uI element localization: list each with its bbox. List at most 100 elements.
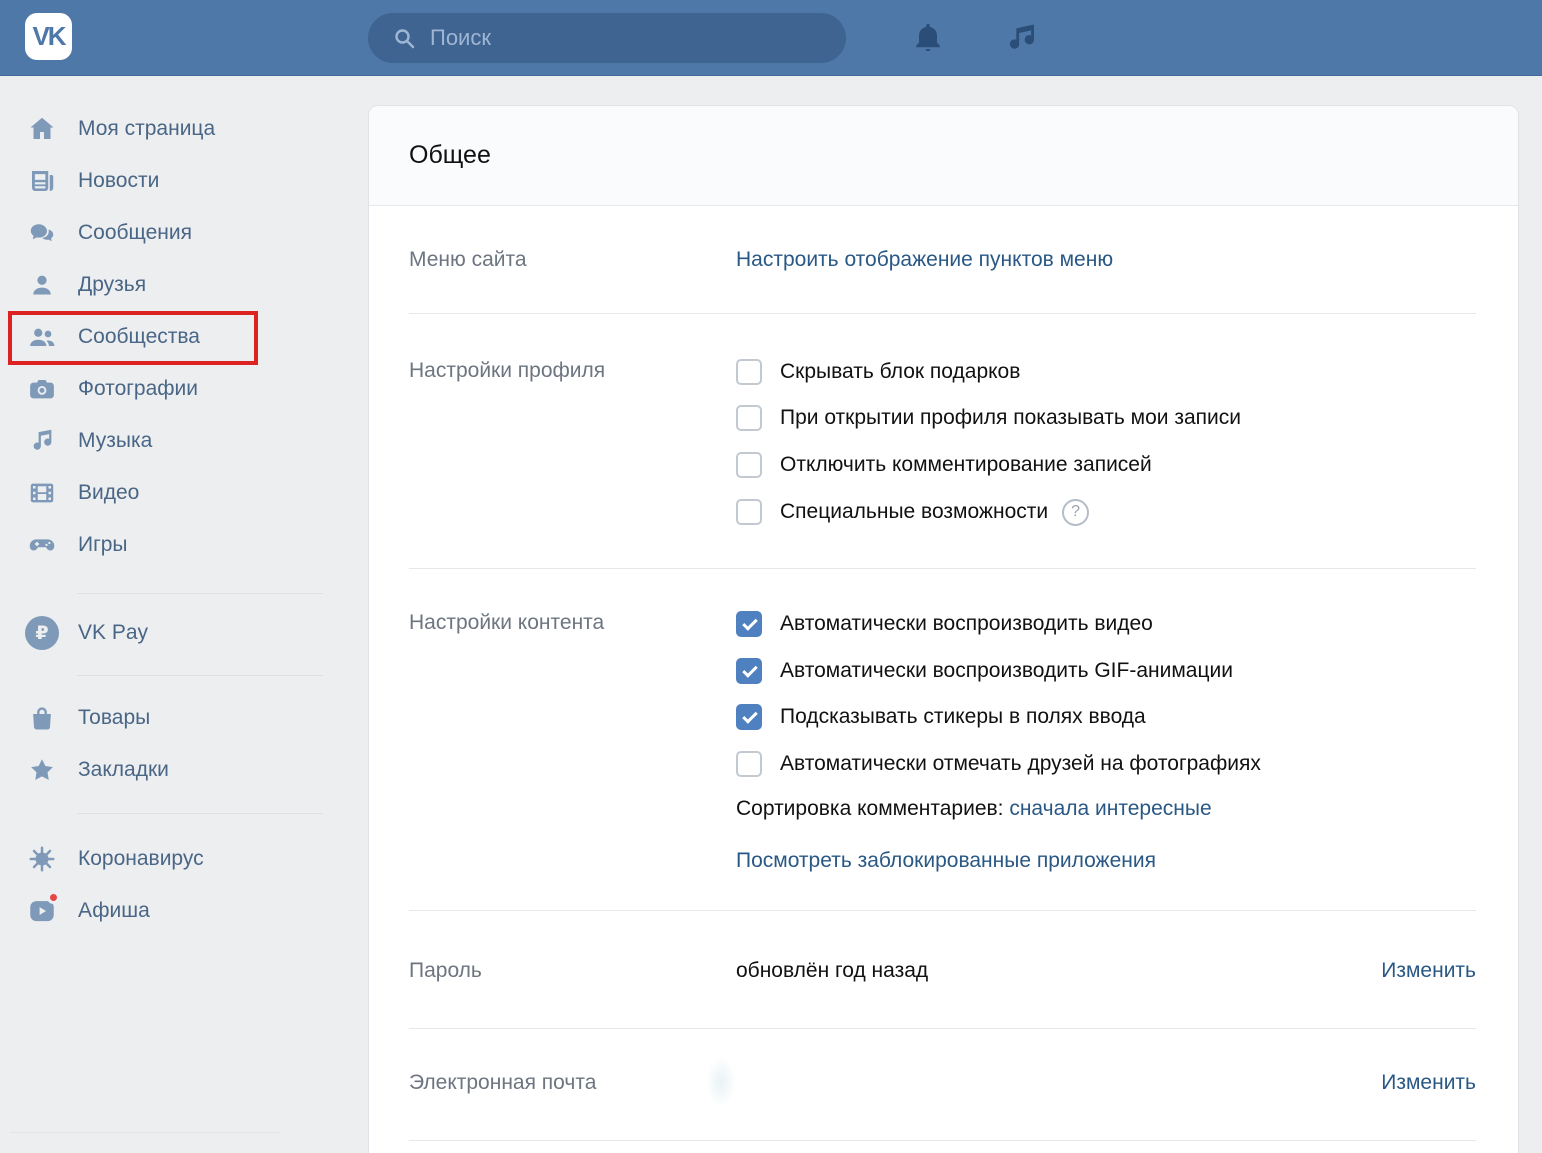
option-label[interactable]: Специальные возможности bbox=[780, 500, 1048, 524]
vk-logo-text: VK bbox=[32, 21, 64, 52]
sidebar-item-communities[interactable]: Сообщества bbox=[25, 311, 200, 363]
notifications-bell-icon[interactable] bbox=[906, 18, 950, 58]
sidebar-item-my-page[interactable]: Моя страница bbox=[25, 103, 215, 155]
checkbox-accessibility[interactable] bbox=[736, 499, 762, 525]
option-autoplay-video[interactable]: Автоматически воспроизводить видео bbox=[736, 607, 1153, 641]
settings-card-header: Общее bbox=[369, 106, 1518, 206]
checkbox-auto-tag-friends[interactable] bbox=[736, 751, 762, 777]
music-icon[interactable] bbox=[1000, 18, 1044, 58]
change-password-link[interactable]: Изменить bbox=[1381, 959, 1476, 983]
option-auto-tag-friends[interactable]: Автоматически отмечать друзей на фотогра… bbox=[736, 747, 1261, 781]
option-label[interactable]: Автоматически воспроизводить GIF-анимаци… bbox=[780, 659, 1233, 683]
comments-sort-link[interactable]: сначала интересные bbox=[1009, 797, 1211, 820]
camera-icon bbox=[25, 372, 59, 406]
option-show-posts-on-open[interactable]: При открытии профиля показывать мои запи… bbox=[736, 401, 1241, 435]
comments-sort-label: Сортировка комментариев: bbox=[736, 797, 1003, 820]
sidebar-item-label: Видео bbox=[78, 481, 139, 505]
music-note-icon bbox=[25, 424, 59, 458]
sidebar-item-news[interactable]: Новости bbox=[25, 155, 159, 207]
option-autoplay-gif[interactable]: Автоматически воспроизводить GIF-анимаци… bbox=[736, 654, 1233, 688]
divider bbox=[409, 1140, 1476, 1141]
row-label: Электронная почта bbox=[409, 1071, 596, 1095]
option-accessibility[interactable]: Специальные возможности ? bbox=[736, 495, 1089, 529]
sidebar-item-music[interactable]: Музыка bbox=[25, 415, 152, 467]
site-menu-row: Меню сайта Настроить отображение пунктов… bbox=[369, 206, 1518, 314]
option-label[interactable]: Подсказывать стикеры в полях ввода bbox=[780, 705, 1146, 729]
sidebar-item-bookmarks[interactable]: Закладки bbox=[25, 744, 169, 796]
sidebar-item-label: Сообщения bbox=[78, 221, 192, 245]
sidebar-item-coronavirus[interactable]: Коронавирус bbox=[25, 833, 204, 885]
sidebar-item-label: Товары bbox=[78, 706, 150, 730]
content-settings-section: Настройки контента Автоматически воспрои… bbox=[369, 569, 1518, 911]
checkbox-disable-comments[interactable] bbox=[736, 452, 762, 478]
notification-dot bbox=[47, 891, 60, 904]
sidebar-item-afisha[interactable]: Афиша bbox=[25, 885, 150, 937]
settings-card: Общее Меню сайта Настроить отображение п… bbox=[368, 105, 1519, 1153]
communities-icon bbox=[25, 320, 59, 354]
star-icon bbox=[25, 753, 59, 787]
option-sticker-suggest[interactable]: Подсказывать стикеры в полях ввода bbox=[736, 700, 1146, 734]
shopping-bag-icon bbox=[25, 701, 59, 735]
password-row: Пароль обновлён год назад Изменить bbox=[369, 911, 1518, 1029]
play-badge-icon bbox=[25, 894, 59, 928]
profile-settings-section: Настройки профиля Скрывать блок подарков… bbox=[369, 314, 1518, 569]
section-label: Настройки профиля bbox=[409, 359, 605, 383]
sidebar-item-goods[interactable]: Товары bbox=[25, 692, 150, 744]
sidebar-item-vk-pay[interactable]: ₽ VK Pay bbox=[25, 607, 148, 659]
search-input[interactable] bbox=[430, 25, 830, 51]
checkbox-sticker-suggest[interactable] bbox=[736, 704, 762, 730]
checkbox-autoplay-gif[interactable] bbox=[736, 658, 762, 684]
row-label: Меню сайта bbox=[409, 248, 527, 272]
redacted-email-blur bbox=[706, 1057, 736, 1107]
sidebar-item-label: Моя страница bbox=[78, 117, 215, 141]
checkbox-autoplay-video[interactable] bbox=[736, 611, 762, 637]
row-label: Пароль bbox=[409, 959, 482, 983]
sidebar-item-label: Афиша bbox=[78, 899, 150, 923]
page-title: Общее bbox=[409, 141, 491, 170]
password-status: обновлён год назад bbox=[736, 959, 928, 983]
comments-sort-line: Сортировка комментариев: сначала интерес… bbox=[736, 797, 1212, 821]
help-icon[interactable]: ? bbox=[1062, 499, 1089, 526]
checkbox-hide-gifts[interactable] bbox=[736, 359, 762, 385]
sidebar-divider bbox=[10, 1132, 280, 1133]
sidebar-item-label: Закладки bbox=[78, 758, 169, 782]
blocked-apps-link[interactable]: Посмотреть заблокированные приложения bbox=[736, 849, 1156, 873]
checkbox-show-posts-on-open[interactable] bbox=[736, 405, 762, 431]
option-label[interactable]: Автоматически воспроизводить видео bbox=[780, 612, 1153, 636]
sidebar-item-label: VK Pay bbox=[78, 621, 148, 645]
gamepad-icon bbox=[25, 528, 59, 562]
sidebar-item-label: Новости bbox=[78, 169, 159, 193]
option-label[interactable]: Скрывать блок подарков bbox=[780, 360, 1020, 384]
sidebar-item-label: Коронавирус bbox=[78, 847, 204, 871]
configure-menu-link[interactable]: Настроить отображение пунктов меню bbox=[736, 248, 1113, 272]
friend-icon bbox=[25, 268, 59, 302]
video-icon bbox=[25, 476, 59, 510]
search-icon bbox=[392, 26, 416, 50]
option-disable-comments[interactable]: Отключить комментирование записей bbox=[736, 448, 1152, 482]
vk-logo[interactable]: VK bbox=[25, 13, 72, 60]
section-label: Настройки контента bbox=[409, 611, 604, 635]
option-hide-gifts[interactable]: Скрывать блок подарков bbox=[736, 355, 1020, 389]
email-row: Электронная почта Изменить bbox=[369, 1029, 1518, 1141]
sidebar-divider bbox=[77, 675, 323, 676]
top-navigation-bar: VK bbox=[0, 0, 1542, 76]
sidebar-item-label: Игры bbox=[78, 533, 128, 557]
sidebar-item-label: Друзья bbox=[78, 273, 146, 297]
option-label[interactable]: При открытии профиля показывать мои запи… bbox=[780, 406, 1241, 430]
sidebar-item-messages[interactable]: Сообщения bbox=[25, 207, 192, 259]
sidebar-item-friends[interactable]: Друзья bbox=[25, 259, 146, 311]
sidebar-item-video[interactable]: Видео bbox=[25, 467, 139, 519]
option-label[interactable]: Автоматически отмечать друзей на фотогра… bbox=[780, 752, 1261, 776]
sidebar-item-photos[interactable]: Фотографии bbox=[25, 363, 198, 415]
home-icon bbox=[25, 112, 59, 146]
change-email-link[interactable]: Изменить bbox=[1381, 1071, 1476, 1095]
sidebar-item-games[interactable]: Игры bbox=[25, 519, 128, 571]
option-label[interactable]: Отключить комментирование записей bbox=[780, 453, 1152, 477]
sidebar-divider bbox=[77, 593, 323, 594]
sidebar-item-label: Музыка bbox=[78, 429, 152, 453]
sidebar: Моя страница Новости Сообщения bbox=[0, 76, 368, 1153]
sidebar-item-label: Сообщества bbox=[78, 325, 200, 349]
ruble-coin-icon: ₽ bbox=[25, 616, 59, 650]
search-bar[interactable] bbox=[368, 13, 846, 63]
vk-settings-page: VK Моя страница bbox=[0, 0, 1542, 1153]
